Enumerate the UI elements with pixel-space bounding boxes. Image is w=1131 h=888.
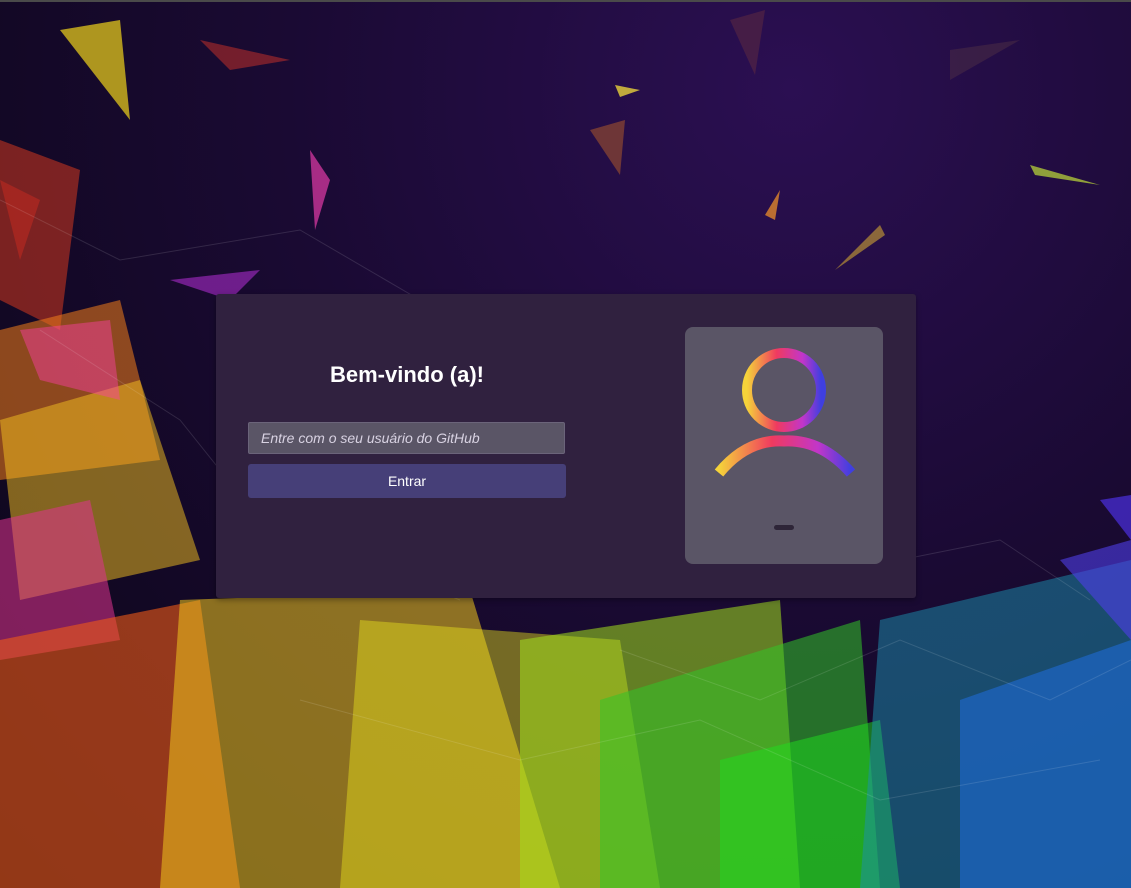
- welcome-title: Bem-vindo (a)!: [330, 362, 484, 387]
- github-username-input[interactable]: [248, 422, 565, 454]
- profile-name-placeholder: [774, 525, 794, 530]
- user-icon: [714, 348, 856, 477]
- login-card: Bem-vindo (a)! Entrar: [216, 294, 916, 598]
- submit-button[interactable]: Entrar: [248, 464, 566, 498]
- profile-preview-panel: [685, 327, 883, 564]
